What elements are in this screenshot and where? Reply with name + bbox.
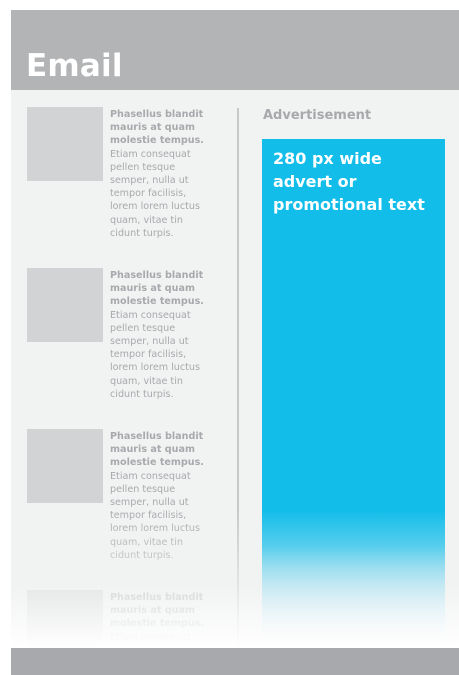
article-text: Phasellus blandit mauris at quam molesti… [110,430,210,562]
article-body: Etiam consequat pellen tesque semper, nu… [110,309,200,400]
article-thumbnail[interactable] [27,107,103,181]
article-headline: Phasellus blandit mauris at quam molesti… [110,109,204,147]
email-title: Email [26,48,123,84]
advertisement-banner[interactable]: 280 px wide advert or promotional text [262,139,445,648]
article-headline: Phasellus blandit mauris at quam molesti… [110,431,204,469]
email-footer [11,648,459,675]
article-thumbnail[interactable] [27,268,103,342]
advertisement-text: 280 px wide advert or promotional text [273,149,425,214]
article-thumbnail[interactable] [27,590,103,648]
article-thumbnail[interactable] [27,429,103,503]
article-text: Phasellus blandit mauris at quam molesti… [110,269,210,401]
email-header: Email [11,10,459,90]
article-body: Etiam consequat pellen tesque semper, nu… [110,148,200,239]
article-body: Etiam consequat [110,631,191,643]
article-text: Phasellus blandit mauris at quam molesti… [110,591,210,644]
email-frame: Email Phasellus blandit mauris at quam m… [11,10,459,675]
advertisement-label: Advertisement [263,108,372,123]
article-headline: Phasellus blandit mauris at quam molesti… [110,270,204,308]
article-headline: Phasellus blandit mauris at quam molesti… [110,592,204,630]
article-body: Etiam consequat pellen tesque semper, nu… [110,470,200,561]
article-text: Phasellus blandit mauris at quam molesti… [110,108,210,240]
column-divider [237,108,239,648]
email-body: Phasellus blandit mauris at quam molesti… [11,90,459,648]
